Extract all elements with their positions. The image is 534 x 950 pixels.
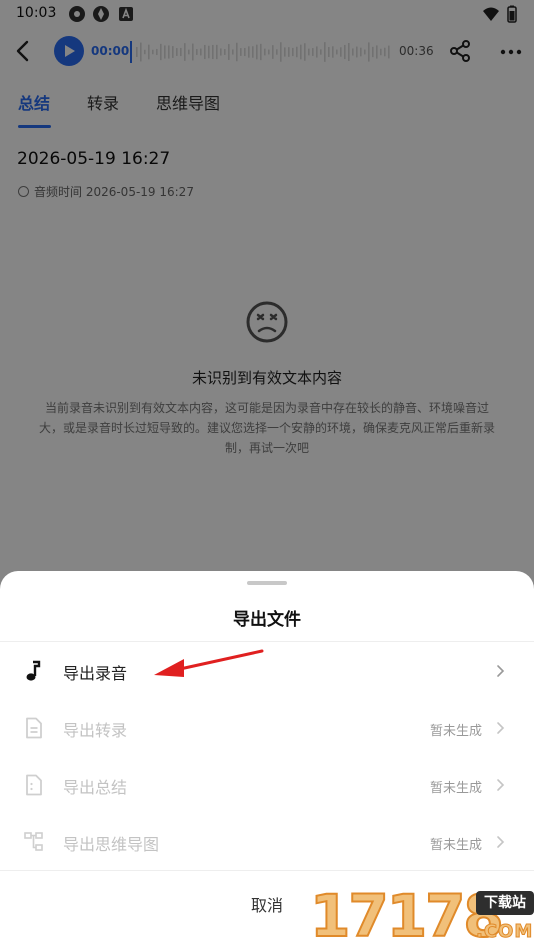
music-note-icon [26, 660, 41, 681]
chevron-right-icon [497, 722, 505, 734]
watermark-digits: 17178 [309, 882, 505, 950]
export-mindmap-label: 导出思维导图 [63, 835, 160, 854]
export-transcript-label: 导出转录 [63, 721, 128, 740]
not-generated-status: 暂未生成 [429, 838, 482, 853]
summary-icon [26, 774, 42, 796]
site-watermark: 17178 下载站 .COM [309, 882, 534, 950]
watermark-badge: 下载站 [476, 891, 534, 915]
sheet-drag-handle[interactable] [247, 581, 287, 585]
export-audio-label: 导出录音 [63, 664, 128, 683]
chevron-right-icon [497, 779, 505, 791]
export-summary-label: 导出总结 [63, 778, 128, 797]
export-mindmap-item[interactable]: 导出思维导图 暂未生成 [0, 813, 534, 870]
not-generated-status: 暂未生成 [429, 781, 482, 796]
watermark-domain: .COM [475, 921, 534, 943]
mindmap-icon [24, 832, 43, 851]
annotation-arrow-icon [154, 649, 264, 677]
document-icon [26, 717, 42, 739]
chevron-right-icon [497, 665, 505, 677]
sheet-title: 导出文件 [233, 610, 301, 630]
not-generated-status: 暂未生成 [429, 724, 482, 739]
export-transcript-item[interactable]: 导出转录 暂未生成 [0, 699, 534, 756]
chevron-right-icon [497, 836, 505, 848]
export-summary-item[interactable]: 导出总结 暂未生成 [0, 756, 534, 813]
